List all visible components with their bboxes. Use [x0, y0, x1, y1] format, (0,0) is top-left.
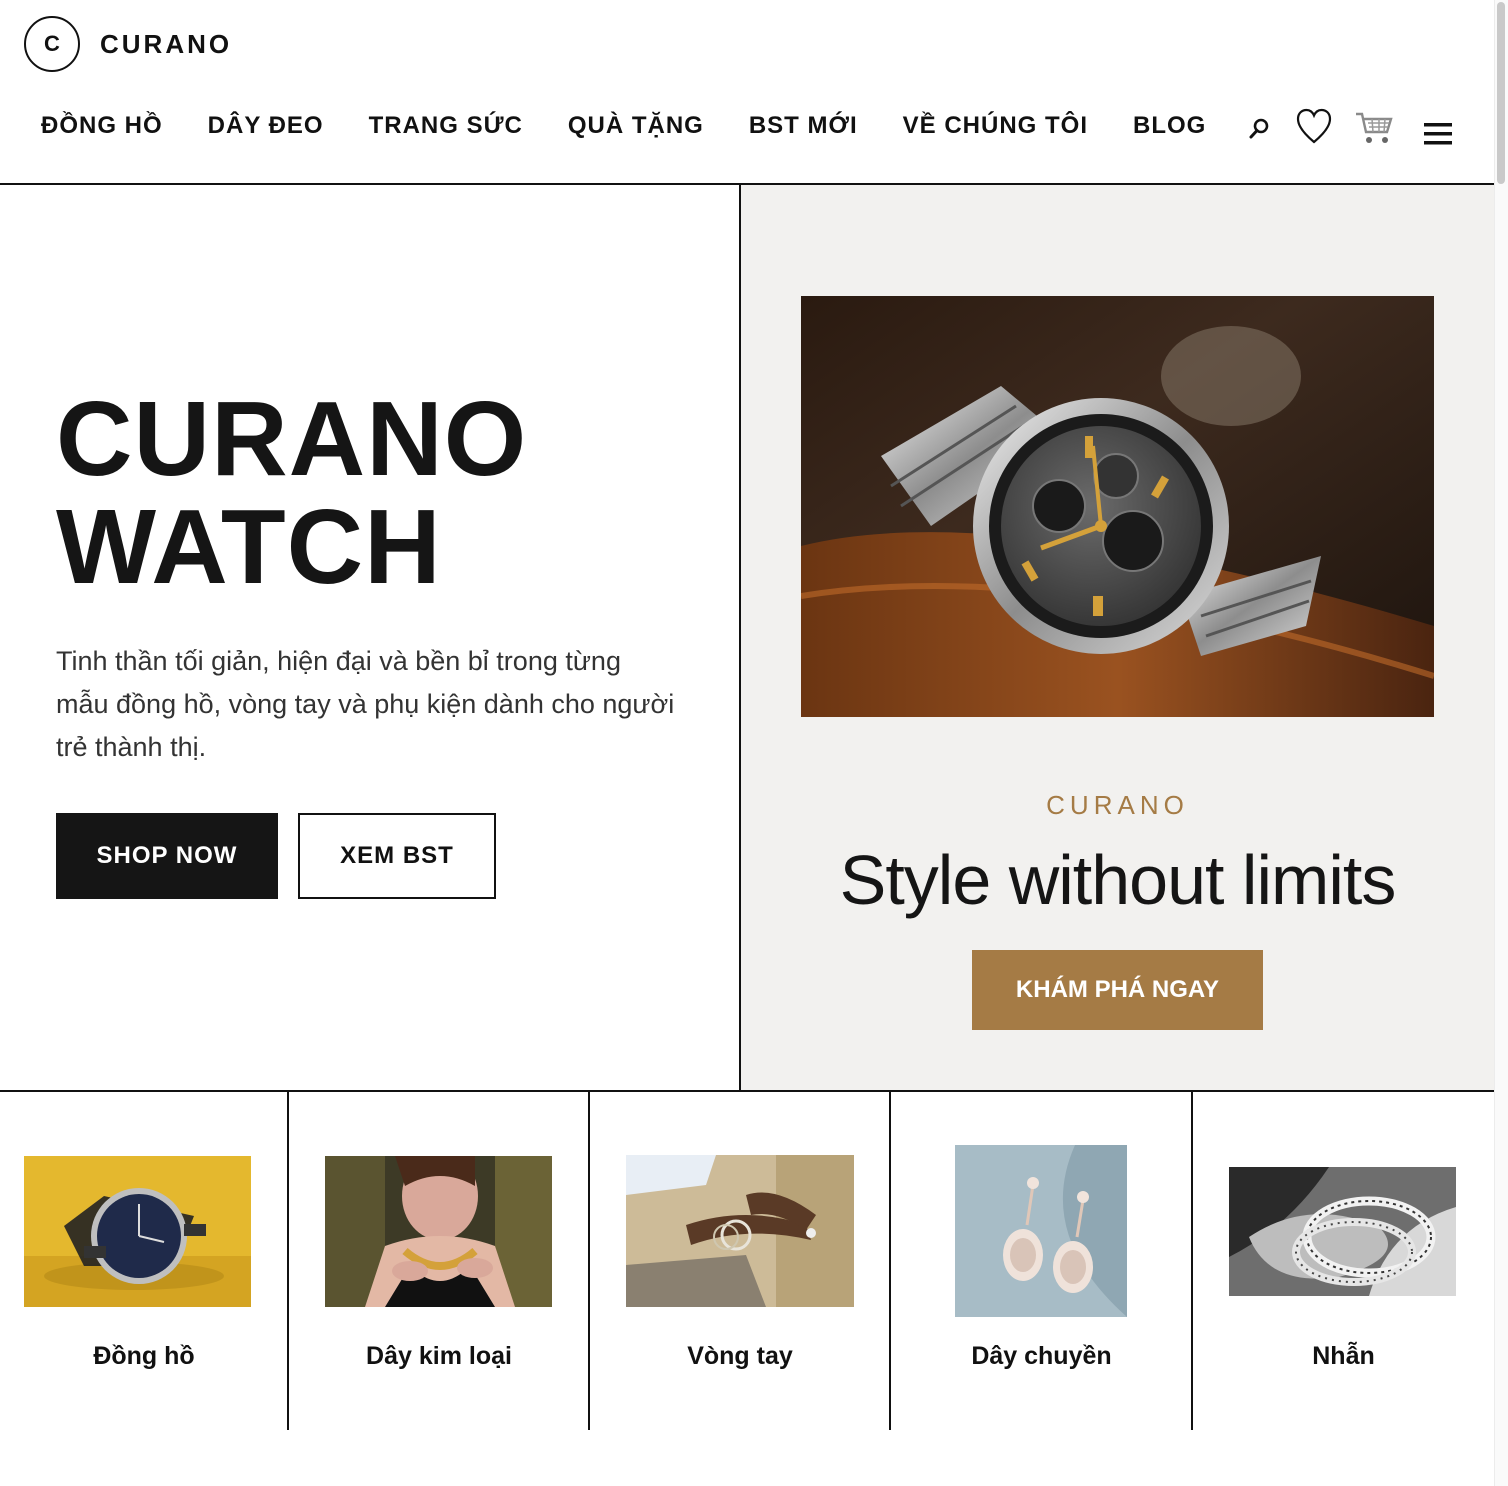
category-image-ring[interactable]: [1229, 1167, 1456, 1296]
nav-item-trang-suc[interactable]: TRANG SỨC: [369, 112, 523, 140]
category-label: Vòng tay: [687, 1342, 793, 1370]
hero-feature-panel: CURANO Style without limits KHÁM PHÁ NGA…: [741, 185, 1494, 1092]
category-label: Đồng hồ: [93, 1342, 195, 1370]
hero-description: Tinh thần tối giản, hiện đại và bền bỉ t…: [56, 646, 675, 762]
category-dong-ho[interactable]: Đồng hồ: [0, 1092, 288, 1430]
categories-section: Đồng hồ Dây kim loại Vòng tay Dây chuyền…: [0, 1092, 1494, 1430]
header-icons: [1248, 108, 1458, 152]
logo[interactable]: C CURANO: [24, 16, 232, 72]
scrollbar-thumb[interactable]: [1497, 2, 1505, 184]
hero-title-line1: CURANO: [56, 380, 528, 498]
hero-section: CURANO WATCH Tinh thần tối giản, hiện đạ…: [0, 185, 1494, 1092]
category-image-metal-chain[interactable]: [325, 1156, 552, 1307]
category-vong-tay[interactable]: Vòng tay: [590, 1092, 890, 1430]
category-label: Dây chuyền: [971, 1342, 1112, 1370]
heart-icon[interactable]: [1296, 108, 1332, 151]
category-label: Dây kim loại: [366, 1342, 512, 1370]
search-icon[interactable]: [1248, 116, 1272, 145]
nav-item-day-deo[interactable]: DÂY ĐEO: [208, 112, 324, 140]
category-image-watch[interactable]: [24, 1156, 251, 1307]
hero-title-line2: WATCH: [56, 488, 442, 606]
page-scrollbar[interactable]: [1494, 0, 1508, 1486]
category-day-chuyen[interactable]: Dây chuyền: [891, 1092, 1192, 1430]
logo-mark: C: [24, 16, 80, 72]
feature-tagline: Style without limits: [839, 841, 1397, 919]
nav-item-ve-chung-toi[interactable]: VỀ CHÚNG TÔI: [903, 112, 1088, 140]
hero-watch-image: [801, 296, 1434, 717]
logo-text: CURANO: [100, 28, 233, 59]
category-image-earrings[interactable]: [955, 1145, 1127, 1317]
hero-title: CURANO WATCH: [56, 385, 527, 601]
nav-item-qua-tang[interactable]: QUÀ TẶNG: [568, 112, 704, 140]
nav-item-dong-ho[interactable]: ĐỒNG HỒ: [41, 112, 163, 140]
category-image-bracelet[interactable]: [626, 1155, 854, 1307]
view-collection-button[interactable]: XEM BST: [298, 813, 496, 899]
explore-button[interactable]: KHÁM PHÁ NGAY: [972, 950, 1263, 1030]
feature-kicker: CURANO: [1046, 790, 1189, 820]
main-nav: ĐỒNG HỒ DÂY ĐEO TRANG SỨC QUÀ TẶNG BST M…: [41, 112, 1251, 140]
nav-item-bst-moi[interactable]: BST MỚI: [749, 112, 858, 140]
nav-item-blog[interactable]: BLOG: [1133, 112, 1206, 140]
category-label: Nhẫn: [1312, 1342, 1375, 1370]
shop-now-button[interactable]: SHOP NOW: [56, 813, 278, 899]
hero-left-panel: CURANO WATCH Tinh thần tối giản, hiện đạ…: [0, 185, 740, 1092]
cart-icon[interactable]: [1354, 110, 1394, 151]
site-header: C CURANO ĐỒNG HỒ DÂY ĐEO TRANG SỨC QUÀ T…: [0, 0, 1494, 186]
menu-icon[interactable]: [1424, 122, 1452, 151]
category-day-kim-loai[interactable]: Dây kim loại: [289, 1092, 589, 1430]
category-nhan[interactable]: Nhẫn: [1193, 1092, 1494, 1430]
